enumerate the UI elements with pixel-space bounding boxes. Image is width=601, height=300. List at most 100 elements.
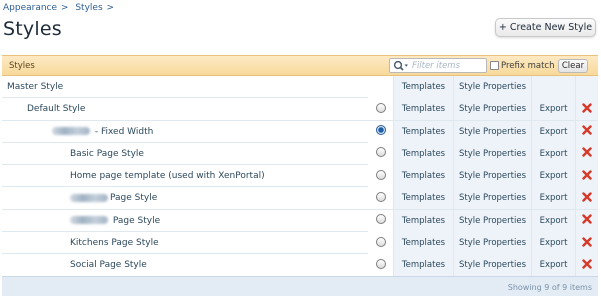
export-link[interactable]: Export <box>531 142 575 165</box>
export-link[interactable]: Export <box>531 120 575 143</box>
style-properties-link[interactable]: Style Properties <box>453 98 531 121</box>
delete-icon[interactable] <box>582 103 592 113</box>
style-name-link[interactable]: Basic Page Style <box>70 143 144 165</box>
delete-cell <box>575 232 598 255</box>
default-style-radio-cell <box>368 142 393 165</box>
style-name-label: Default Style <box>27 104 86 115</box>
style-name-label: - Fixed Width <box>92 126 154 137</box>
templates-link[interactable]: Templates <box>393 76 453 98</box>
style-name-link[interactable]: Page Style <box>70 210 160 232</box>
style-row: Master Style Templates Style Properties <box>2 76 598 99</box>
export-link[interactable]: Export <box>531 165 575 188</box>
clear-filter-button[interactable]: Clear <box>558 59 588 73</box>
style-name-link[interactable]: Home page template (used with XenPortal) <box>70 165 265 187</box>
breadcrumb-item-styles[interactable]: Styles <box>75 3 102 13</box>
templates-link[interactable]: Templates <box>393 209 453 232</box>
default-style-radio[interactable] <box>375 214 386 225</box>
delete-cell <box>575 98 598 121</box>
export-link[interactable]: Export <box>531 187 575 210</box>
export-link <box>531 76 575 98</box>
default-style-radio[interactable] <box>375 191 386 202</box>
default-style-radio[interactable] <box>375 236 386 247</box>
delete-icon[interactable] <box>582 125 592 135</box>
style-name-link[interactable]: Default Style <box>27 98 85 120</box>
templates-link[interactable]: Templates <box>393 165 453 188</box>
delete-icon[interactable] <box>582 147 592 158</box>
templates-link[interactable]: Templates <box>393 120 453 143</box>
delete-cell <box>575 254 598 277</box>
style-row: Kitchens Page Style Templates Style Proper… <box>2 232 598 255</box>
delete-cell <box>575 165 598 188</box>
create-new-style-button[interactable]: + Create New Style <box>495 18 596 37</box>
templates-link[interactable]: Templates <box>393 98 453 121</box>
delete-cell <box>575 120 598 143</box>
style-row: Basic Page Style Templates Style Propertie… <box>2 142 598 166</box>
style-properties-link[interactable]: Style Properties <box>453 187 531 210</box>
export-link[interactable]: Export <box>531 209 575 232</box>
delete-cell <box>575 209 598 232</box>
style-row: Default Style Templates Style Properties Ex… <box>2 98 598 121</box>
style-name-link[interactable]: Master Style <box>7 76 63 98</box>
delete-icon[interactable] <box>582 236 592 247</box>
default-style-radio-cell <box>368 232 393 255</box>
style-properties-link[interactable]: Style Properties <box>453 254 531 277</box>
list-footer: Showing 9 of 9 items <box>2 276 598 296</box>
style-properties-link[interactable]: Style Properties <box>453 76 531 98</box>
style-name-label: Page Style <box>110 215 161 226</box>
style-name-link[interactable]: - Fixed Width <box>52 121 153 143</box>
style-name-link[interactable]: Page Style <box>70 187 157 209</box>
styles-list-panel: Styles Filter items Prefix match Clear M… <box>2 55 598 296</box>
export-link[interactable]: Export <box>531 254 575 277</box>
templates-link[interactable]: Templates <box>393 254 453 277</box>
style-properties-link[interactable]: Style Properties <box>453 232 531 255</box>
filter-input[interactable]: Filter items <box>389 58 487 73</box>
breadcrumb: Appearance > Styles > <box>3 3 118 13</box>
templates-link[interactable]: Templates <box>393 142 453 165</box>
delete-icon[interactable] <box>582 214 592 224</box>
redacted-text <box>70 193 108 202</box>
style-row: - Fixed Width Templates Style Properties Ex… <box>2 120 598 143</box>
style-properties-link[interactable]: Style Properties <box>453 120 531 143</box>
redacted-text <box>52 127 90 136</box>
delete-cell <box>575 142 598 165</box>
default-style-radio-cell <box>368 254 393 277</box>
delete-icon[interactable] <box>582 192 592 202</box>
export-link[interactable]: Export <box>531 232 575 255</box>
default-style-radio[interactable] <box>375 147 386 158</box>
default-style-radio-cell <box>368 187 393 210</box>
style-name-link[interactable]: Kitchens Page Style <box>70 232 159 254</box>
default-style-radio[interactable] <box>375 125 386 136</box>
delete-icon[interactable] <box>582 169 592 180</box>
style-name-label: Kitchens Page Style <box>70 238 159 249</box>
export-link[interactable]: Export <box>531 98 575 121</box>
style-name-label: Home page template (used with XenPortal) <box>70 171 265 182</box>
default-style-radio-cell <box>368 165 393 188</box>
style-properties-link[interactable]: Style Properties <box>453 142 531 165</box>
list-header-bar: Styles Filter items Prefix match Clear <box>2 55 598 76</box>
item-count-text: Showing 9 of 9 items <box>507 283 592 292</box>
default-style-radio-cell <box>368 120 393 143</box>
filter-placeholder: Filter items <box>412 61 461 71</box>
breadcrumb-item-appearance[interactable]: Appearance <box>3 3 57 13</box>
default-style-radio[interactable] <box>375 169 386 180</box>
styles-list: Master Style Templates Style Properties Def… <box>2 76 598 277</box>
templates-link[interactable]: Templates <box>393 232 453 255</box>
breadcrumb-separator: > <box>60 3 69 13</box>
style-row: Page Style Templates Style Properties Expor… <box>2 209 598 233</box>
style-row: Social Page Style Templates Style Properti… <box>2 254 598 277</box>
delete-icon[interactable] <box>582 259 592 269</box>
style-name-label: Master Style <box>7 82 64 92</box>
style-row: Page Style Templates Style Properties Expor… <box>2 187 598 210</box>
breadcrumb-separator: > <box>106 3 115 13</box>
style-name-link[interactable]: Social Page Style <box>70 254 147 276</box>
prefix-match-checkbox[interactable] <box>490 61 499 70</box>
default-style-radio-cell <box>368 209 393 232</box>
style-properties-link[interactable]: Style Properties <box>453 209 531 232</box>
style-name-label: Social Page Style <box>70 260 147 271</box>
style-properties-link[interactable]: Style Properties <box>453 165 531 188</box>
default-style-radio[interactable] <box>375 258 386 269</box>
templates-link[interactable]: Templates <box>393 187 453 210</box>
search-icon <box>393 60 408 71</box>
redacted-text <box>70 216 108 225</box>
default-style-radio[interactable] <box>375 102 386 113</box>
